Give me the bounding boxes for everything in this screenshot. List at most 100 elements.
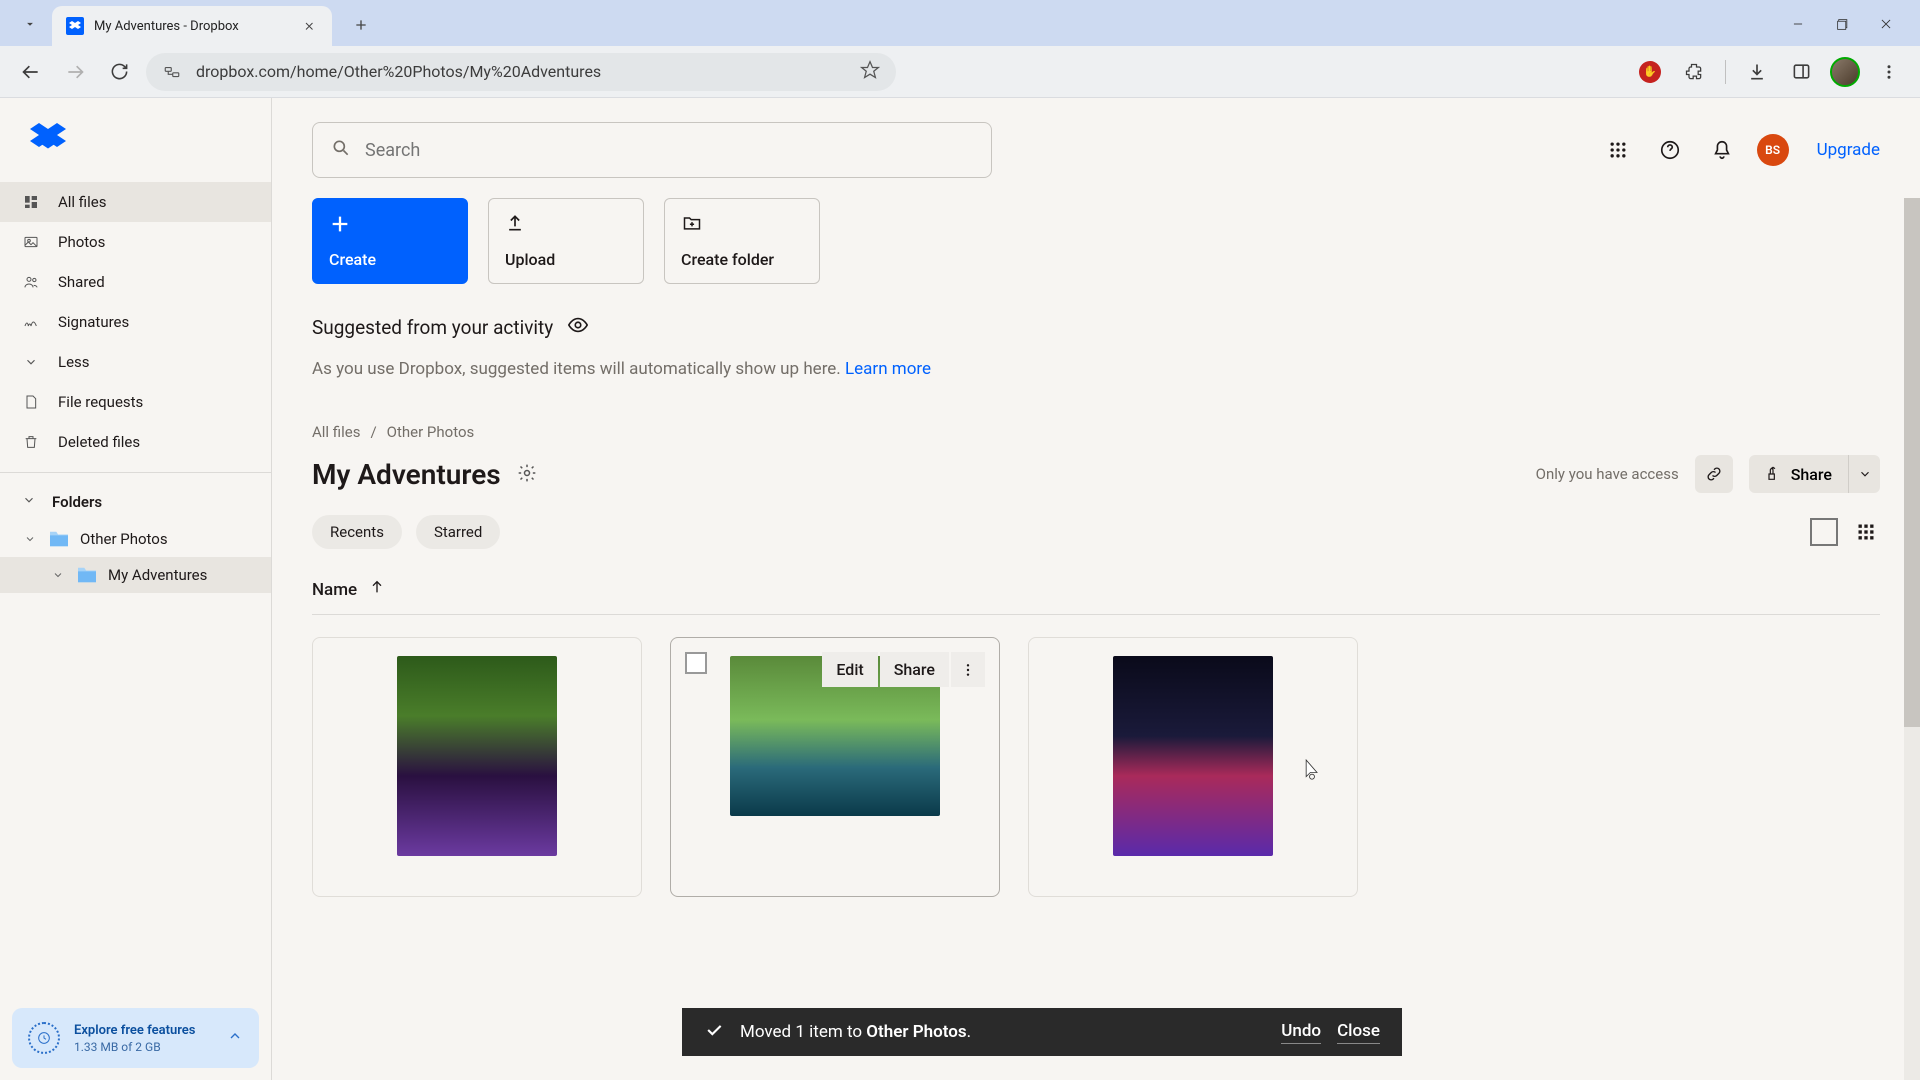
vertical-scrollbar[interactable] <box>1904 198 1920 1080</box>
minimize-icon[interactable] <box>1788 14 1808 34</box>
browser-tab-active[interactable]: My Adventures - Dropbox <box>52 6 332 46</box>
upload-label: Upload <box>505 250 627 269</box>
tree-item-my-adventures[interactable]: My Adventures <box>0 557 271 593</box>
breadcrumb-item[interactable]: All files <box>312 423 360 441</box>
undo-button[interactable]: Undo <box>1281 1021 1321 1044</box>
reload-button[interactable] <box>102 55 136 89</box>
breadcrumb-item[interactable]: Other Photos <box>387 423 475 441</box>
chrome-menu-icon[interactable] <box>1872 55 1906 89</box>
dropbox-favicon <box>66 17 84 35</box>
more-options-icon[interactable] <box>951 652 985 687</box>
extensions-icon[interactable] <box>1677 55 1711 89</box>
photo-icon <box>22 233 40 251</box>
gear-icon[interactable] <box>517 463 539 485</box>
sidebar-item-shared[interactable]: Shared <box>0 262 271 302</box>
tab-title: My Adventures - Dropbox <box>94 19 290 34</box>
sidebar-item-less[interactable]: Less <box>0 342 271 382</box>
chevron-down-icon <box>22 493 36 511</box>
bookmark-star-icon[interactable] <box>860 60 880 84</box>
new-tab-button[interactable] <box>346 10 376 40</box>
selection-checkbox[interactable] <box>685 652 707 674</box>
main-content: BS Upgrade Create Upload Create folder S… <box>272 98 1920 1080</box>
browser-toolbar: dropbox.com/home/Other%20Photos/My%20Adv… <box>0 46 1920 98</box>
upgrade-link[interactable]: Upgrade <box>1817 140 1880 160</box>
share-button[interactable]: Share <box>1749 455 1848 493</box>
tab-search-dropdown[interactable] <box>14 8 46 40</box>
learn-more-link[interactable]: Learn more <box>845 359 931 379</box>
app-grid-icon[interactable] <box>1601 133 1635 167</box>
select-all-checkbox[interactable] <box>1810 518 1838 546</box>
upload-button[interactable]: Upload <box>488 198 644 284</box>
file-card[interactable] <box>312 637 642 897</box>
side-panel-icon[interactable] <box>1784 55 1818 89</box>
file-card[interactable] <box>1028 637 1358 897</box>
chevron-up-icon[interactable] <box>227 1028 243 1048</box>
action-buttons-row: Create Upload Create folder <box>312 198 1880 284</box>
site-info-icon[interactable] <box>162 62 182 82</box>
sidebar-item-all-files[interactable]: All files <box>0 182 271 222</box>
search-icon <box>331 138 351 162</box>
sort-ascending-icon[interactable] <box>369 579 385 600</box>
help-icon[interactable] <box>1653 133 1687 167</box>
clock-icon <box>28 1022 60 1054</box>
maximize-icon[interactable] <box>1832 14 1852 34</box>
profile-avatar[interactable] <box>1828 55 1862 89</box>
suggested-subtitle: As you use Dropbox, suggested items will… <box>312 359 1880 379</box>
search-box[interactable] <box>312 122 992 178</box>
close-tab-icon[interactable] <box>300 17 318 35</box>
adblock-extension-icon[interactable]: ✋ <box>1633 55 1667 89</box>
sidebar-item-signatures[interactable]: Signatures <box>0 302 271 342</box>
sidebar-item-file-requests[interactable]: File requests <box>0 382 271 422</box>
notifications-icon[interactable] <box>1705 133 1739 167</box>
tree-item-other-photos[interactable]: Other Photos <box>0 521 271 557</box>
search-input[interactable] <box>365 140 973 161</box>
sidebar-item-deleted-files[interactable]: Deleted files <box>0 422 271 462</box>
close-toast-button[interactable]: Close <box>1337 1021 1380 1044</box>
share-icon <box>1765 466 1781 482</box>
suggested-title: Suggested from your activity <box>312 316 553 339</box>
recents-chip[interactable]: Recents <box>312 515 402 549</box>
top-bar: BS Upgrade <box>312 122 1880 178</box>
toast-message: Moved 1 item to Other Photos. <box>740 1022 971 1042</box>
sidebar: All files Photos Shared Signatures Less … <box>0 98 272 1080</box>
close-window-icon[interactable] <box>1876 14 1896 34</box>
address-bar[interactable]: dropbox.com/home/Other%20Photos/My%20Adv… <box>146 53 896 91</box>
explore-title: Explore free features <box>74 1023 195 1038</box>
dropbox-logo[interactable] <box>0 122 271 182</box>
suggested-heading: Suggested from your activity <box>312 314 1880 341</box>
account-avatar[interactable]: BS <box>1757 134 1789 166</box>
eye-icon[interactable] <box>567 314 589 341</box>
starred-chip[interactable]: Starred <box>416 515 500 549</box>
explore-features-card[interactable]: Explore free features 1.33 MB of 2 GB <box>12 1008 259 1068</box>
create-folder-button[interactable]: Create folder <box>664 198 820 284</box>
forward-button[interactable] <box>58 55 92 89</box>
sidebar-label: Signatures <box>58 313 129 331</box>
image-thumbnail <box>1113 656 1273 856</box>
access-text: Only you have access <box>1536 465 1679 483</box>
checkmark-icon <box>704 1020 724 1045</box>
share-button[interactable]: Share <box>880 652 949 687</box>
toast-notification: Moved 1 item to Other Photos. Undo Close <box>682 1008 1402 1056</box>
file-card[interactable]: Edit Share <box>670 637 1000 897</box>
grid-icon <box>22 193 40 211</box>
folder-title: My Adventures <box>312 458 501 491</box>
scrollbar-thumb[interactable] <box>1904 198 1920 727</box>
sidebar-item-photos[interactable]: Photos <box>0 222 271 262</box>
sidebar-folders-header[interactable]: Folders <box>0 483 271 521</box>
downloads-icon[interactable] <box>1740 55 1774 89</box>
chevron-down-icon[interactable] <box>22 531 38 547</box>
folder-icon <box>76 566 98 584</box>
upload-icon <box>505 213 527 235</box>
share-dropdown-button[interactable] <box>1848 455 1880 493</box>
create-folder-label: Create folder <box>681 250 803 269</box>
copy-link-button[interactable] <box>1695 455 1733 493</box>
edit-button[interactable]: Edit <box>822 652 877 687</box>
share-label: Share <box>1791 465 1832 484</box>
grid-view-icon[interactable] <box>1852 518 1880 546</box>
breadcrumb: All files / Other Photos <box>312 423 1880 441</box>
explore-subtitle: 1.33 MB of 2 GB <box>74 1040 195 1054</box>
back-button[interactable] <box>14 55 48 89</box>
chevron-down-icon[interactable] <box>50 567 66 583</box>
create-button[interactable]: Create <box>312 198 468 284</box>
table-header[interactable]: Name <box>312 579 1880 615</box>
